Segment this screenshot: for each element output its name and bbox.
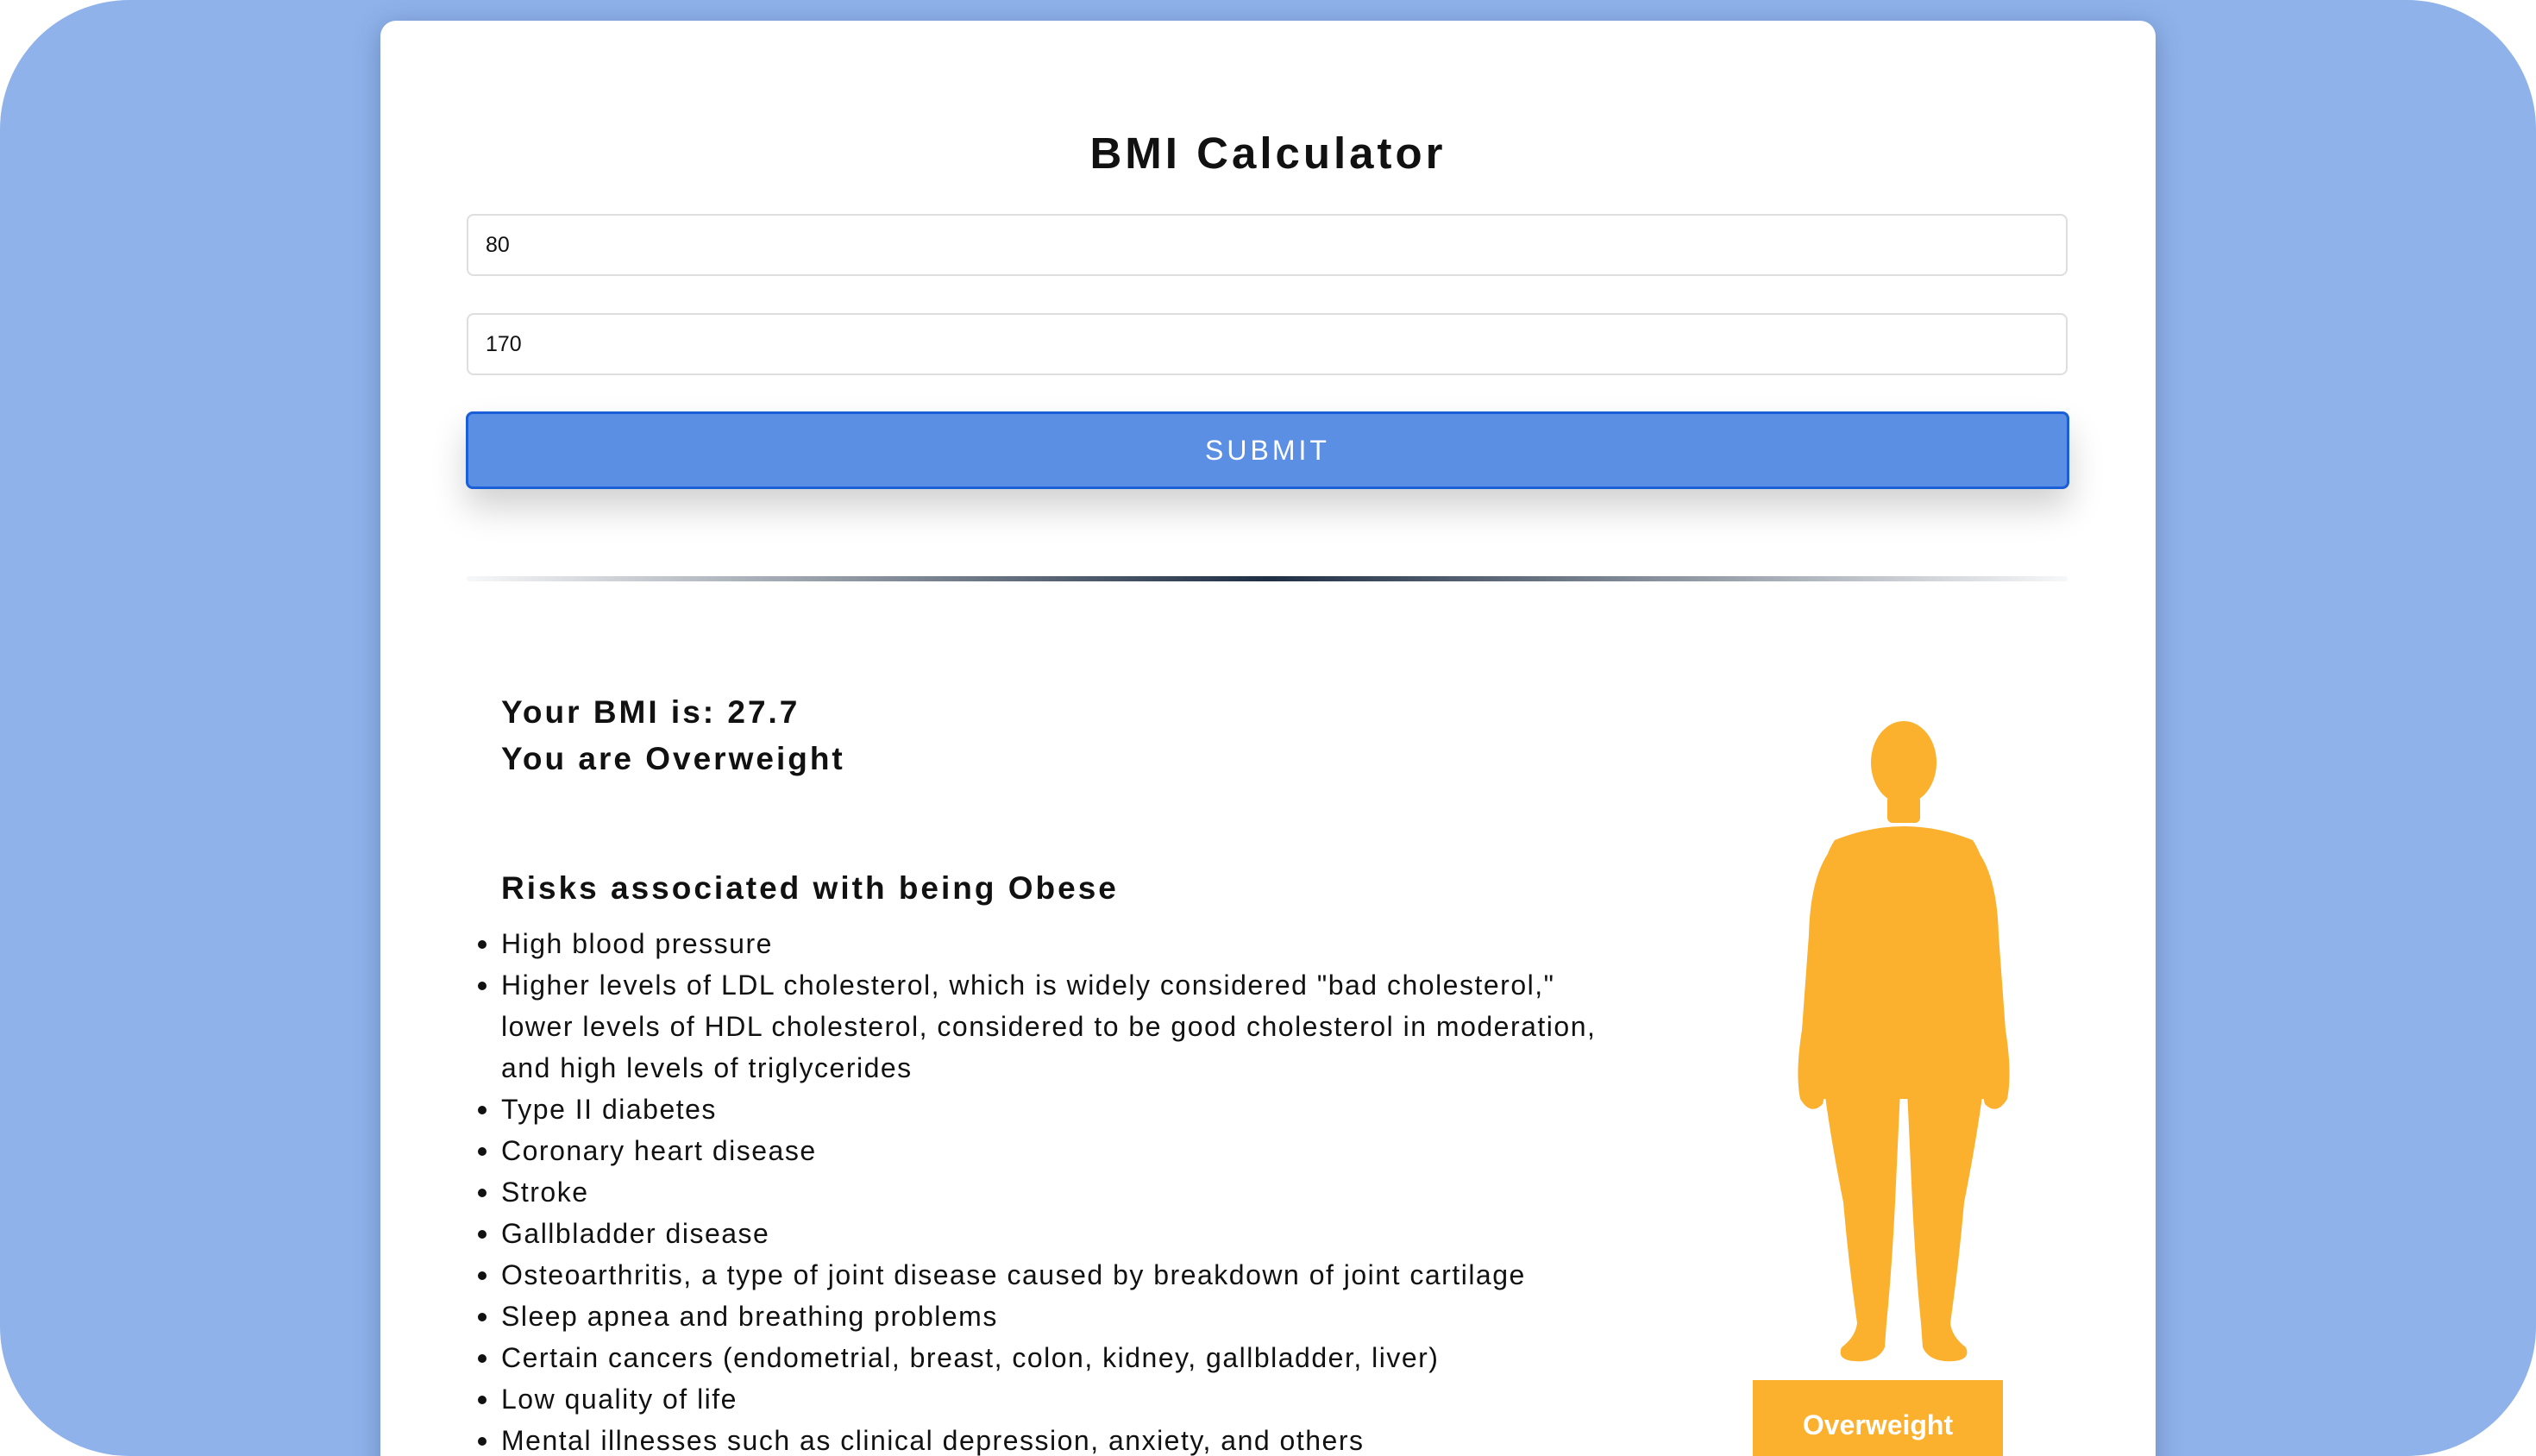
body-silhouette-icon xyxy=(1798,721,2010,1362)
risk-item: Osteoarthritis, a type of joint disease … xyxy=(478,1254,1623,1296)
bmi-result: Your BMI is: 27.7 You are Overweight xyxy=(501,689,845,782)
desktop-background: BMI Calculator SUBMIT Your BMI is: 27.7 … xyxy=(0,0,2536,1456)
risk-item: Mental illnesses such as clinical depres… xyxy=(478,1420,1623,1456)
risk-item: High blood pressure xyxy=(478,923,1623,964)
risk-item: Coronary heart disease xyxy=(478,1130,1623,1171)
weight-input[interactable] xyxy=(467,214,2068,276)
risk-item: Higher levels of LDL cholesterol, which … xyxy=(478,964,1623,1089)
page-title: BMI Calculator xyxy=(1089,129,1447,178)
risk-item: Stroke xyxy=(478,1171,1623,1213)
bmi-calculator-card: BMI Calculator SUBMIT Your BMI is: 27.7 … xyxy=(380,21,2156,1456)
bmi-category-text: You are Overweight xyxy=(501,741,845,776)
risk-item: Low quality of life xyxy=(478,1378,1623,1420)
bmi-value-text: Your BMI is: 27.7 xyxy=(501,694,800,730)
height-input[interactable] xyxy=(467,313,2068,375)
risk-item: Sleep apnea and breathing problems xyxy=(478,1296,1623,1337)
risk-item: Type II diabetes xyxy=(478,1089,1623,1130)
risk-item: Gallbladder disease xyxy=(478,1213,1623,1254)
section-divider xyxy=(467,576,2068,581)
status-badge: Overweight xyxy=(1753,1380,2003,1456)
risks-heading: Risks associated with being Obese xyxy=(501,870,1119,906)
risks-list: High blood pressure Higher levels of LDL… xyxy=(478,923,1623,1456)
risk-item: Certain cancers (endometrial, breast, co… xyxy=(478,1337,1623,1378)
submit-button[interactable]: SUBMIT xyxy=(466,411,2069,489)
